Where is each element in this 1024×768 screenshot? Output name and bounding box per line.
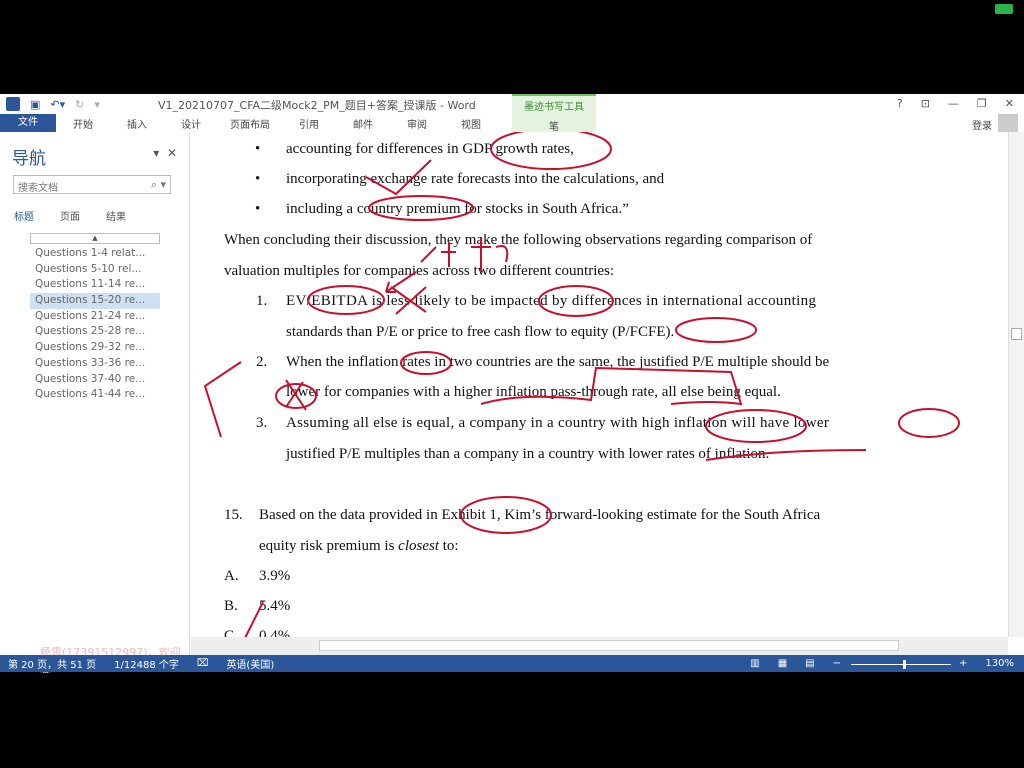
tab-mailings[interactable]: 邮件 <box>336 116 390 131</box>
nav-tab-headings[interactable]: 标题 <box>14 208 34 223</box>
list-number: 3. <box>256 415 268 431</box>
nav-heading-item-selected[interactable]: Questions 15-20 re... <box>30 293 160 309</box>
observation-text: lower for companies with a higher inflat… <box>286 384 781 400</box>
horizontal-scrollbar[interactable] <box>191 637 1008 655</box>
window-title: V1_20210707_CFA二级Mock2_PM_题目+答案_授课版 - Wo… <box>158 99 476 112</box>
nav-heading-item[interactable]: Questions 11-14 re... <box>30 277 160 293</box>
tab-insert[interactable]: 插入 <box>110 116 164 131</box>
tab-references[interactable]: 引用 <box>282 116 336 131</box>
bullet-text: incorporating exchange rate forecasts in… <box>286 171 665 187</box>
question-emphasis: closest <box>398 538 439 554</box>
list-number: 1. <box>256 293 268 309</box>
scroll-thumb[interactable] <box>1011 328 1022 340</box>
word-window: ▣ ↶▾ ↻ ▾ V1_20210707_CFA二级Mock2_PM_题目+答案… <box>0 94 1024 675</box>
close-icon[interactable]: ✕ <box>1005 97 1014 110</box>
ink-circle <box>675 317 757 343</box>
nav-heading-item[interactable]: Questions 21-24 re... <box>30 309 160 325</box>
undo-icon[interactable]: ↶▾ <box>50 98 65 111</box>
option-key: A. <box>224 568 239 584</box>
tab-design[interactable]: 设计 <box>164 116 218 131</box>
question-text-part: equity risk premium is <box>259 538 399 554</box>
tab-home[interactable]: 开始 <box>56 116 110 131</box>
read-mode-icon[interactable]: ▥ <box>750 658 759 669</box>
nav-close-icon[interactable]: ✕ <box>167 146 177 160</box>
observation-text: justified P/E multiples than a company i… <box>286 446 770 462</box>
nav-tab-results[interactable]: 结果 <box>106 208 126 223</box>
nav-tab-pages[interactable]: 页面 <box>60 208 80 223</box>
document-body[interactable]: • accounting for differences in GDP grow… <box>191 132 1008 637</box>
bullet-icon: • <box>255 201 261 217</box>
page-count[interactable]: 第 20 页，共 51 页 <box>8 656 96 671</box>
zoom-in-icon[interactable]: + <box>959 658 967 669</box>
ribbon-display-icon[interactable]: ⊡ <box>921 97 930 110</box>
option-value: 5.4% <box>259 598 291 614</box>
language[interactable]: 英语(美国) <box>226 656 274 671</box>
heading-list: Questions 1-4 relat... Questions 5-10 re… <box>30 246 160 403</box>
navigation-pane: 导航 ▾ ✕ 搜索文档 ⌕ ▾ 标题 页面 结果 ▲ Questions 1-4 … <box>0 132 190 675</box>
paragraph-line: When concluding their discussion, they m… <box>224 232 813 248</box>
nav-heading-item[interactable]: Questions 1-4 relat... <box>30 246 160 262</box>
search-placeholder: 搜索文档 <box>18 183 58 194</box>
paragraph-line: valuation multiples for companies across… <box>224 263 615 279</box>
question-text: equity risk premium is closest to: <box>259 538 459 555</box>
nav-heading-item[interactable]: Questions 33-36 re... <box>30 356 160 372</box>
proofing-icon[interactable]: ⌧ <box>197 658 209 669</box>
save-icon[interactable]: ▣ <box>30 98 40 111</box>
ink-bracket <box>203 361 242 438</box>
question-number: 15. <box>224 507 243 523</box>
scroll-thumb[interactable] <box>319 640 899 651</box>
tab-layout[interactable]: 页面布局 <box>218 116 282 131</box>
question-text-part: to: <box>438 538 459 554</box>
observation-text: Assuming all else is equal, a company in… <box>286 415 830 431</box>
question-text: Based on the data provided in Exhibit 1,… <box>259 507 821 523</box>
option-key: C. <box>224 628 238 637</box>
minimize-icon[interactable]: — <box>948 97 959 110</box>
web-layout-icon[interactable]: ▤ <box>805 658 814 669</box>
nav-heading-item[interactable]: Questions 37-40 re... <box>30 372 160 388</box>
bullet-text: accounting for differences in GDP growth… <box>286 141 574 157</box>
option-value: 3.9% <box>259 568 291 584</box>
search-icon[interactable]: ⌕ ▾ <box>151 178 166 192</box>
zoom-level[interactable]: 130% <box>985 658 1014 669</box>
redo-icon[interactable]: ↻ <box>75 98 84 111</box>
bullet-icon: • <box>255 171 261 187</box>
customize-quick-access-icon[interactable]: ▾ <box>94 98 100 111</box>
option-value: 0.4% <box>259 628 291 637</box>
nav-heading-item[interactable]: Questions 41-44 re... <box>30 387 160 403</box>
tab-view[interactable]: 视图 <box>444 116 498 131</box>
fullscreen-icon[interactable] <box>995 4 1013 14</box>
nav-heading-item[interactable]: Questions 25-28 re... <box>30 324 160 340</box>
observation-text: standards than P/E or price to free cash… <box>286 324 675 340</box>
help-button[interactable]: ? <box>897 97 903 110</box>
nav-title: 导航 <box>12 149 46 169</box>
sign-in-link[interactable]: 登录 <box>972 117 992 132</box>
zoom-out-icon[interactable]: − <box>833 658 841 669</box>
ink-tools-label: 墨迹书写工具 <box>524 102 584 113</box>
nav-heading-item[interactable]: Questions 29-32 re... <box>30 340 160 356</box>
nav-heading-item[interactable]: Questions 5-10 rel... <box>30 262 160 278</box>
print-layout-icon[interactable]: ▦ <box>778 658 787 669</box>
ribbon-tabs: 文件 开始 插入 设计 页面布局 引用 邮件 审阅 视图 登录 <box>0 114 1024 132</box>
observation-text: EV/EBITDA is less likely to be impacted … <box>286 293 817 309</box>
tab-review[interactable]: 审阅 <box>390 116 444 131</box>
bullet-icon: • <box>255 141 261 157</box>
word-count[interactable]: 1/12488 个字 <box>114 656 179 671</box>
tab-file[interactable]: 文件 <box>0 114 56 132</box>
vertical-scrollbar[interactable] <box>1008 132 1024 637</box>
word-logo-icon <box>6 97 20 111</box>
nav-search-input[interactable]: 搜索文档 ⌕ ▾ <box>13 175 171 194</box>
ink-circle <box>898 408 960 438</box>
status-bar: 第 20 页，共 51 页 1/12488 个字 ⌧ 英语(美国) ▥ ▦ ▤ … <box>0 655 1024 672</box>
bullet-text: including a country premium for stocks i… <box>286 201 629 217</box>
nav-options-icon[interactable]: ▾ <box>153 146 159 160</box>
avatar[interactable] <box>998 114 1018 132</box>
option-key: B. <box>224 598 238 614</box>
list-number: 2. <box>256 354 268 370</box>
collapse-headings-button[interactable]: ▲ <box>30 233 160 244</box>
restore-icon[interactable]: ❐ <box>977 97 987 110</box>
observation-text: When the inflation rates in two countrie… <box>286 354 830 370</box>
